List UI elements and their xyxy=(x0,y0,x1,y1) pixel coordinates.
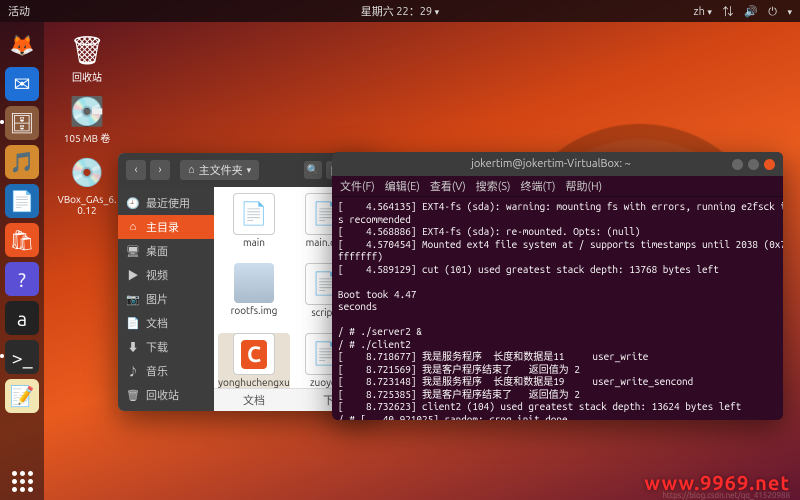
home-icon: ⌂ xyxy=(188,164,195,176)
text-editor-icon[interactable]: 📝 xyxy=(5,379,39,413)
writer-icon[interactable]: 📄 xyxy=(5,184,39,218)
menu-item[interactable]: 终端(T) xyxy=(520,178,555,194)
sidebar-item[interactable]: 💿VBox_GA...⏏ xyxy=(118,407,214,411)
menu-item[interactable]: 查看(V) xyxy=(430,178,466,194)
menu-item[interactable]: 帮助(H) xyxy=(566,178,603,194)
files-sidebar: 🕘最近使用⌂主目录🖥桌面▶视频📷图片📄文档⬇下载♪音乐🗑回收站💿VBox_GA.… xyxy=(118,187,214,411)
sidebar-item[interactable]: 🕘最近使用 xyxy=(118,191,214,215)
watermark-small: https://blog.csdn.net/qq_41520988 xyxy=(662,491,790,500)
sidebar-item[interactable]: ♪音乐 xyxy=(118,359,214,383)
software-icon[interactable]: 🛍 xyxy=(5,223,39,257)
nav-back-button[interactable]: ‹ xyxy=(126,160,146,180)
clock[interactable]: 星期六 22：29 ▾ xyxy=(0,3,800,19)
file-item[interactable]: 📄main xyxy=(218,193,290,259)
terminal-window[interactable]: jokertim@jokertim-VirtualBox: ~ 文件(F) 编辑(… xyxy=(332,152,783,420)
firefox-icon[interactable]: 🦊 xyxy=(5,28,39,62)
rhythmbox-icon[interactable]: 🎵 xyxy=(5,145,39,179)
files-icon[interactable]: 🗄 xyxy=(5,106,39,140)
sidebar-item[interactable]: 📄文档 xyxy=(118,311,214,335)
dock: 🦊 ✉ 🗄 🎵 📄 🛍? a >_ 📝 xyxy=(0,22,44,500)
window-minimize-button[interactable] xyxy=(732,159,743,170)
nav-forward-button[interactable]: › xyxy=(150,160,170,180)
top-bar: 活动 星期六 22：29 ▾ zh ▾ ⇅ 🔊 ⏻ ▾ xyxy=(0,0,800,22)
sidebar-item[interactable]: 🖥桌面 xyxy=(118,239,214,263)
sidebar-item[interactable]: ▶视频 xyxy=(118,263,214,287)
menu-item[interactable]: 搜索(S) xyxy=(476,178,511,194)
volume-icon[interactable]: 💽105 MB 卷 xyxy=(54,91,120,144)
terminal-output[interactable]: [ 4.564135] EXT4-fs (sda): warning: moun… xyxy=(332,197,783,420)
terminal-title: jokertim@jokertim-VirtualBox: ~ xyxy=(370,158,732,170)
search-icon[interactable]: 🔍 xyxy=(304,161,322,179)
path-label: 主文件夹 xyxy=(199,162,243,178)
tab-documents[interactable]: 文档 xyxy=(214,389,294,411)
terminal-menubar: 文件(F) 编辑(E) 查看(V) 搜索(S) 终端(T) 帮助(H) xyxy=(332,176,783,197)
terminal-headerbar: jokertim@jokertim-VirtualBox: ~ xyxy=(332,152,783,176)
window-close-button[interactable] xyxy=(764,159,775,170)
menu-item[interactable]: 文件(F) xyxy=(340,178,375,194)
show-applications-button[interactable] xyxy=(9,468,35,494)
path-bar[interactable]: ⌂ 主文件夹 ▾ xyxy=(180,160,259,180)
amazon-icon[interactable]: a xyxy=(5,301,39,335)
thunderbird-icon[interactable]: ✉ xyxy=(5,67,39,101)
sidebar-item[interactable]: ⌂主目录 xyxy=(118,215,214,239)
sidebar-item[interactable]: 📷图片 xyxy=(118,287,214,311)
window-maximize-button[interactable] xyxy=(748,159,759,170)
desktop-icons: 🗑回收站 💽105 MB 卷 💿VBox_GAs_6.0.12 xyxy=(54,30,120,224)
sidebar-item[interactable]: ⬇下载 xyxy=(118,335,214,359)
cd-icon[interactable]: 💿VBox_GAs_6.0.12 xyxy=(54,152,120,216)
menu-item[interactable]: 编辑(E) xyxy=(385,178,420,194)
sidebar-item[interactable]: 🗑回收站 xyxy=(118,383,214,407)
file-item[interactable]: rootfs.img xyxy=(218,263,290,329)
terminal-icon[interactable]: >_ xyxy=(5,340,39,374)
trash-icon[interactable]: 🗑回收站 xyxy=(54,30,120,83)
help-icon[interactable]: ? xyxy=(5,262,39,296)
